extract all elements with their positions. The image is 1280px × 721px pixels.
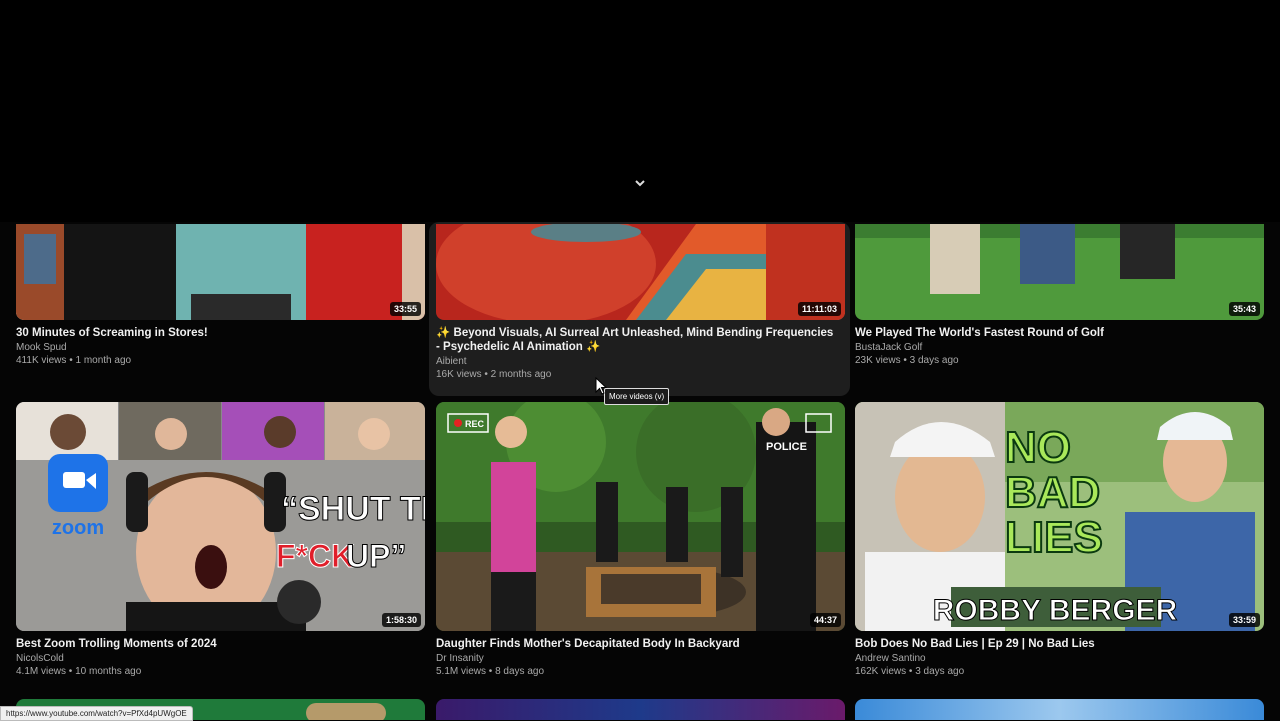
- view-count: 4.1M views: [16, 666, 67, 677]
- channel-name[interactable]: Dr Insanity: [436, 653, 484, 664]
- video-duration: 33:59: [1228, 613, 1260, 627]
- channel-name[interactable]: Andrew Santino: [855, 653, 926, 664]
- store-scene-image: [16, 224, 425, 320]
- video-duration: 33:55: [389, 302, 421, 316]
- view-count: 5.1M views: [436, 666, 487, 677]
- separator-dot: •: [488, 666, 493, 677]
- video-title[interactable]: ✨ Beyond Visuals, AI Surreal Art Unleash…: [436, 326, 836, 354]
- channel-name[interactable]: Aibient: [436, 356, 467, 367]
- video-thumbnail[interactable]: POLICE REC 44:37: [436, 402, 845, 631]
- mouse-cursor-icon: [595, 377, 607, 395]
- video-duration: 11:11:03: [797, 302, 841, 316]
- separator-dot: •: [68, 666, 73, 677]
- separator-dot: •: [484, 369, 488, 380]
- surreal-art-image: [436, 224, 845, 320]
- video-meta: 23K views • 3 days ago: [855, 355, 959, 366]
- thumb-logo-line-1: NO: [1005, 423, 1071, 472]
- thumb-caption-line-1: “SHUT THE: [281, 490, 425, 528]
- golf-course-image: [855, 224, 1264, 320]
- video-title[interactable]: 30 Minutes of Screaming in Stores!: [16, 326, 416, 340]
- channel-name[interactable]: NicolsCold: [16, 653, 64, 664]
- police-badge-text: POLICE: [766, 441, 807, 453]
- more-videos-tooltip: More videos (v): [604, 388, 670, 405]
- upload-age: 3 days ago: [915, 666, 965, 677]
- separator-dot: •: [903, 355, 907, 366]
- video-meta: 5.1M views • 8 days ago: [436, 666, 544, 677]
- video-title[interactable]: Bob Does No Bad Lies | Ep 29 | No Bad Li…: [855, 637, 1255, 651]
- video-duration: 44:37: [809, 613, 841, 627]
- view-count: 23K views: [855, 355, 901, 366]
- zoom-trolling-image: zoom “SHUT THE F*CK UP”: [16, 402, 425, 631]
- video-meta: 4.1M views • 10 months ago: [16, 666, 141, 677]
- thumb-guest-name: ROBBY BERGER: [933, 594, 1178, 627]
- video-thumbnail-partial[interactable]: [855, 699, 1264, 720]
- video-meta: 16K views • 2 months ago: [436, 369, 551, 380]
- video-thumbnail-partial[interactable]: [436, 699, 845, 720]
- video-thumbnail[interactable]: ROBBY BERGER NO BAD LIES 33:59: [855, 402, 1264, 631]
- chevron-down-icon[interactable]: [633, 178, 647, 190]
- upload-age: 1 month ago: [75, 355, 132, 366]
- video-meta: 162K views • 3 days ago: [855, 666, 964, 677]
- thumb-logo-line-3: LIES: [1005, 513, 1103, 562]
- video-thumbnail[interactable]: zoom “SHUT THE F*CK UP” 1:58:30: [16, 402, 425, 631]
- view-count: 16K views: [436, 369, 482, 380]
- channel-name[interactable]: BustaJack Golf: [855, 342, 922, 353]
- video-duration: 35:43: [1228, 302, 1260, 316]
- separator-dot: •: [69, 355, 73, 366]
- video-thumbnail[interactable]: 35:43: [855, 224, 1264, 320]
- zoom-logo-text: zoom: [52, 517, 104, 539]
- thumb-caption-line-3: UP”: [346, 538, 406, 574]
- video-duration: 1:58:30: [381, 613, 421, 627]
- video-thumbnail[interactable]: 33:55: [16, 224, 425, 320]
- video-title[interactable]: We Played The World's Fastest Round of G…: [855, 326, 1255, 340]
- video-thumbnail[interactable]: 11:11:03: [436, 224, 845, 320]
- thumb-logo-line-2: BAD: [1005, 468, 1100, 517]
- view-count: 162K views: [855, 666, 907, 677]
- upload-age: 3 days ago: [909, 355, 959, 366]
- view-count: 411K views: [16, 355, 67, 366]
- channel-name[interactable]: Mook Spud: [16, 342, 67, 353]
- upload-age: 8 days ago: [495, 666, 545, 677]
- no-bad-lies-image: ROBBY BERGER NO BAD LIES: [855, 402, 1264, 631]
- upload-age: 10 months ago: [75, 666, 142, 677]
- link-status-bar: https://www.youtube.com/watch?v=PfXd4pUW…: [0, 706, 193, 721]
- separator-dot: •: [908, 666, 913, 677]
- video-meta: 411K views • 1 month ago: [16, 355, 131, 366]
- upload-age: 2 months ago: [490, 369, 552, 380]
- video-title[interactable]: Daughter Finds Mother's Decapitated Body…: [436, 637, 836, 651]
- thumb-caption-line-2: F*CK: [276, 538, 354, 574]
- rec-indicator-text: REC: [465, 419, 485, 429]
- backyard-police-image: POLICE REC: [436, 402, 845, 631]
- video-title[interactable]: Best Zoom Trolling Moments of 2024: [16, 637, 416, 651]
